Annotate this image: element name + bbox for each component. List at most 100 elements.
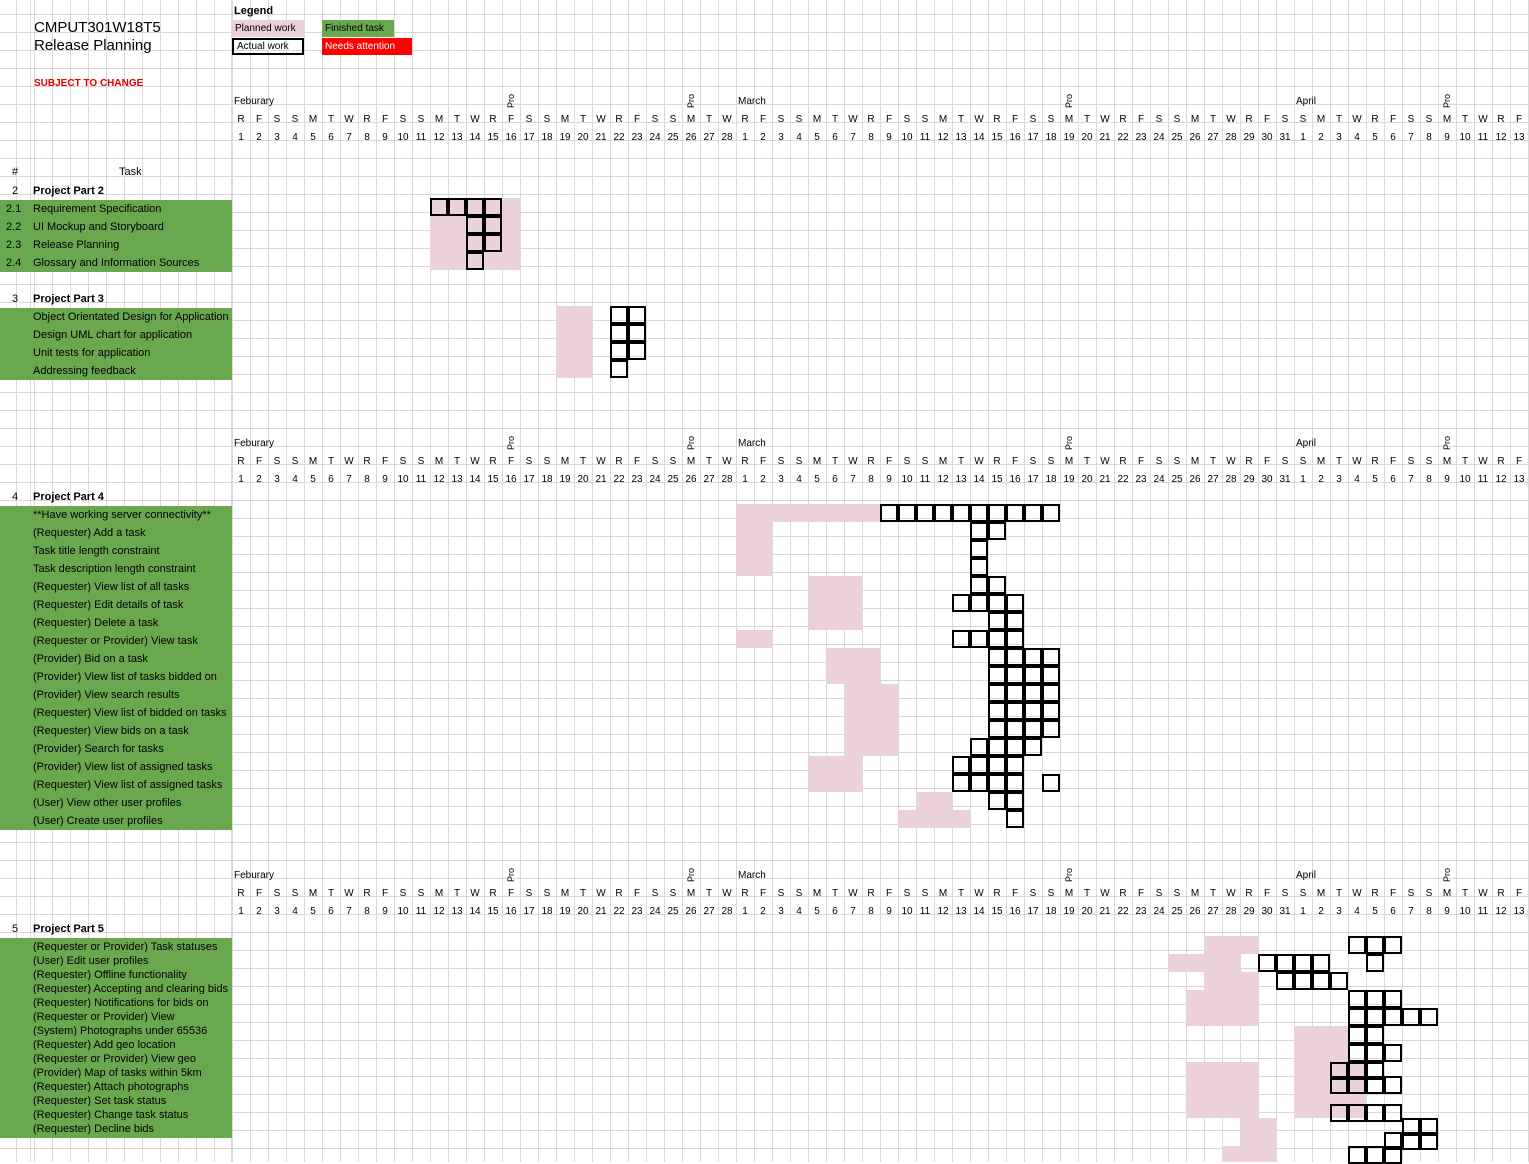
weekday-cell: R bbox=[1371, 888, 1379, 899]
task-row[interactable]: (Requester) Decline bids bbox=[0, 1120, 232, 1138]
weekday-cell: T bbox=[453, 888, 461, 899]
task-row[interactable]: 2.3 Release Planning bbox=[0, 236, 232, 254]
weekday-cell: F bbox=[759, 456, 767, 467]
task-row[interactable]: Task description length constraint bbox=[0, 560, 232, 578]
day-cell: 12 bbox=[1495, 474, 1507, 485]
day-cell: 8 bbox=[1426, 906, 1432, 917]
weekday-cell: S bbox=[651, 888, 659, 899]
day-cell: 18 bbox=[1045, 132, 1057, 143]
actual-work-cell bbox=[1006, 666, 1024, 684]
task-row[interactable]: 2.1 Requirement Specification bbox=[0, 200, 232, 218]
day-cell: 18 bbox=[1045, 906, 1057, 917]
weekday-cell: S bbox=[669, 114, 677, 125]
weekday-cell: R bbox=[993, 456, 1001, 467]
actual-work-cell bbox=[1006, 792, 1024, 810]
task-row[interactable]: 2.4 Glossary and Information Sources bbox=[0, 254, 232, 272]
part-number: 2 bbox=[12, 185, 19, 197]
weekday-cell: F bbox=[507, 114, 515, 125]
actual-work-cell bbox=[988, 504, 1006, 522]
actual-work-cell bbox=[970, 540, 988, 558]
actual-work-cell bbox=[988, 756, 1006, 774]
weekday-cell: W bbox=[1352, 456, 1362, 467]
day-cell: 21 bbox=[595, 906, 607, 917]
month-label: Feburary bbox=[234, 96, 275, 107]
task-row[interactable]: (Requester) View list of assigned tasks bbox=[0, 776, 232, 794]
actual-work-cell bbox=[1348, 1044, 1366, 1062]
actual-work-cell bbox=[1006, 594, 1024, 612]
weekday-cell: M bbox=[1316, 888, 1326, 899]
weekday-cell: S bbox=[1173, 456, 1181, 467]
weekday-cell: W bbox=[848, 456, 858, 467]
weekday-cell: T bbox=[1461, 114, 1469, 125]
task-row[interactable]: Task title length constraint bbox=[0, 542, 232, 560]
task-row[interactable]: Unit tests for application bbox=[0, 344, 232, 362]
weekday-cell: F bbox=[759, 114, 767, 125]
day-cell: 26 bbox=[1189, 906, 1201, 917]
column-header-num: # bbox=[12, 166, 19, 178]
weekday-cell: W bbox=[596, 888, 606, 899]
weekday-cell: S bbox=[1407, 888, 1415, 899]
day-cell: 2 bbox=[256, 132, 262, 143]
section-title: Project Part 5 bbox=[33, 923, 104, 935]
weekday-cell: T bbox=[453, 456, 461, 467]
weekday-cell: M bbox=[1064, 114, 1074, 125]
day-cell: 2 bbox=[760, 132, 766, 143]
weekday-cell: M bbox=[308, 456, 318, 467]
weekday-cell: S bbox=[273, 456, 281, 467]
task-row[interactable]: (Requester) Add a task bbox=[0, 524, 232, 542]
day-cell: 6 bbox=[328, 906, 334, 917]
task-row[interactable]: **Have working server connectivity** bbox=[0, 506, 232, 524]
weekday-cell: W bbox=[1226, 456, 1236, 467]
planned-work-block bbox=[556, 306, 592, 378]
day-cell: 10 bbox=[397, 132, 409, 143]
day-cell: 11 bbox=[919, 132, 931, 143]
task-row[interactable]: (Provider) View search results bbox=[0, 686, 232, 704]
task-row[interactable]: Object Orientated Design for Application bbox=[0, 308, 232, 326]
task-row[interactable]: (User) Create user profiles bbox=[0, 812, 232, 830]
actual-work-cell bbox=[1366, 936, 1384, 954]
day-cell: 1 bbox=[238, 906, 244, 917]
day-cell: 9 bbox=[382, 132, 388, 143]
task-row[interactable]: (Requester or Provider) View task detail… bbox=[0, 632, 232, 665]
day-cell: 15 bbox=[487, 474, 499, 485]
weekday-cell: W bbox=[344, 114, 354, 125]
task-row[interactable]: (Provider) View list of assigned tasks bbox=[0, 758, 232, 776]
task-row[interactable]: (Provider) Search for tasks bbox=[0, 740, 232, 758]
day-cell: 22 bbox=[1117, 474, 1129, 485]
day-cell: 18 bbox=[541, 906, 553, 917]
day-cell: 12 bbox=[433, 474, 445, 485]
task-row[interactable]: 2.2 UI Mockup and Storyboard bbox=[0, 218, 232, 236]
task-row[interactable]: (User) View other user profiles bbox=[0, 794, 232, 812]
task-row[interactable]: (Requester) Delete a task bbox=[0, 614, 232, 632]
actual-work-cell bbox=[466, 198, 484, 216]
task-row[interactable]: (Provider) Bid on a task bbox=[0, 650, 232, 668]
task-row[interactable]: (Requester) View list of bidded on tasks bbox=[0, 704, 232, 722]
task-row[interactable]: (Provider) View list of tasks bidded on bbox=[0, 668, 232, 686]
weekday-cell: S bbox=[1029, 888, 1037, 899]
task-row[interactable]: Design UML chart for application bbox=[0, 326, 232, 344]
task-label: (Requester) Decline bids bbox=[33, 1123, 155, 1135]
task-row[interactable]: (Requester) Edit details of task bbox=[0, 596, 232, 614]
month-label: April bbox=[1296, 96, 1317, 107]
weekday-cell: F bbox=[1515, 114, 1523, 125]
day-cell: 19 bbox=[1063, 906, 1075, 917]
actual-work-cell bbox=[448, 198, 466, 216]
task-number: 2.3 bbox=[6, 239, 22, 251]
day-cell: 8 bbox=[868, 474, 874, 485]
actual-work-cell bbox=[1402, 1132, 1420, 1150]
day-cell: 6 bbox=[1390, 132, 1396, 143]
weekday-cell: T bbox=[1461, 888, 1469, 899]
actual-work-cell bbox=[1006, 504, 1024, 522]
task-row[interactable]: Addressing feedback bbox=[0, 362, 232, 380]
weekday-cell: S bbox=[795, 114, 803, 125]
day-cell: 5 bbox=[1372, 474, 1378, 485]
weekday-cell: R bbox=[1497, 888, 1505, 899]
planned-work-block bbox=[1204, 936, 1258, 954]
day-cell: 12 bbox=[937, 474, 949, 485]
day-cell: 25 bbox=[1171, 132, 1183, 143]
legend-actual: Actual work bbox=[232, 38, 304, 55]
task-row[interactable]: (Requester) View bids on a task bbox=[0, 722, 232, 740]
actual-work-cell bbox=[1330, 1076, 1348, 1094]
weekday-cell: F bbox=[1011, 456, 1019, 467]
task-row[interactable]: (Requester) View list of all tasks bbox=[0, 578, 232, 596]
